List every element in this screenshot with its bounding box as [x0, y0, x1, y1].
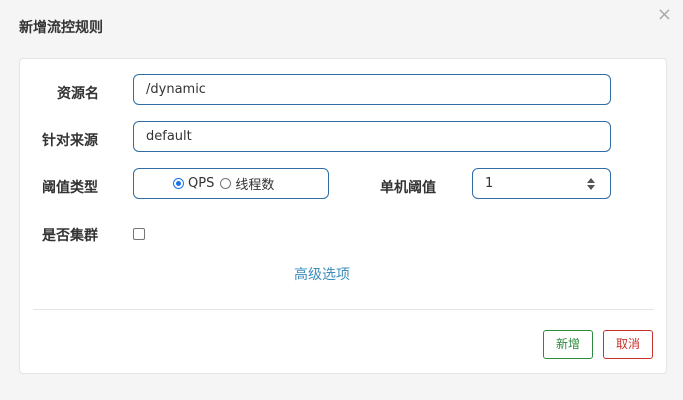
form-panel — [19, 58, 667, 374]
count-input[interactable]: 1 — [472, 168, 611, 199]
close-icon[interactable]: × — [657, 6, 672, 24]
grade-option-qps[interactable]: QPS — [173, 176, 214, 191]
flow-rule-dialog: 新增流控规则 × 资源名 /dynamic 针对来源 default 阈值类型 … — [0, 0, 683, 400]
limit-app-label: 针对来源 — [42, 133, 98, 149]
advanced-options-link[interactable]: 高级选项 — [294, 264, 350, 284]
cluster-checkbox[interactable] — [133, 228, 145, 240]
dialog-title: 新增流控规则 — [19, 20, 103, 36]
footer-divider — [33, 309, 654, 310]
add-button[interactable]: 新增 — [543, 330, 593, 359]
radio-unchecked-icon[interactable] — [220, 178, 232, 189]
grade-label: 阈值类型 — [42, 180, 98, 196]
stepper-down-icon[interactable] — [587, 185, 595, 190]
cancel-button[interactable]: 取消 — [603, 330, 653, 359]
grade-radio-group: QPS 线程数 — [133, 168, 329, 199]
cluster-label: 是否集群 — [42, 228, 98, 244]
resource-input[interactable]: /dynamic — [133, 74, 611, 105]
radio-checked-icon[interactable] — [173, 178, 184, 189]
number-stepper[interactable] — [587, 178, 596, 190]
grade-option-thread[interactable]: 线程数 — [220, 174, 274, 193]
limit-app-input[interactable]: default — [133, 121, 611, 152]
resource-label: 资源名 — [57, 86, 99, 102]
grade-option-thread-label: 线程数 — [235, 178, 275, 193]
grade-option-qps-label: QPS — [188, 176, 215, 191]
count-value: 1 — [485, 176, 494, 191]
count-label: 单机阈值 — [380, 180, 436, 196]
stepper-up-icon[interactable] — [587, 178, 595, 183]
